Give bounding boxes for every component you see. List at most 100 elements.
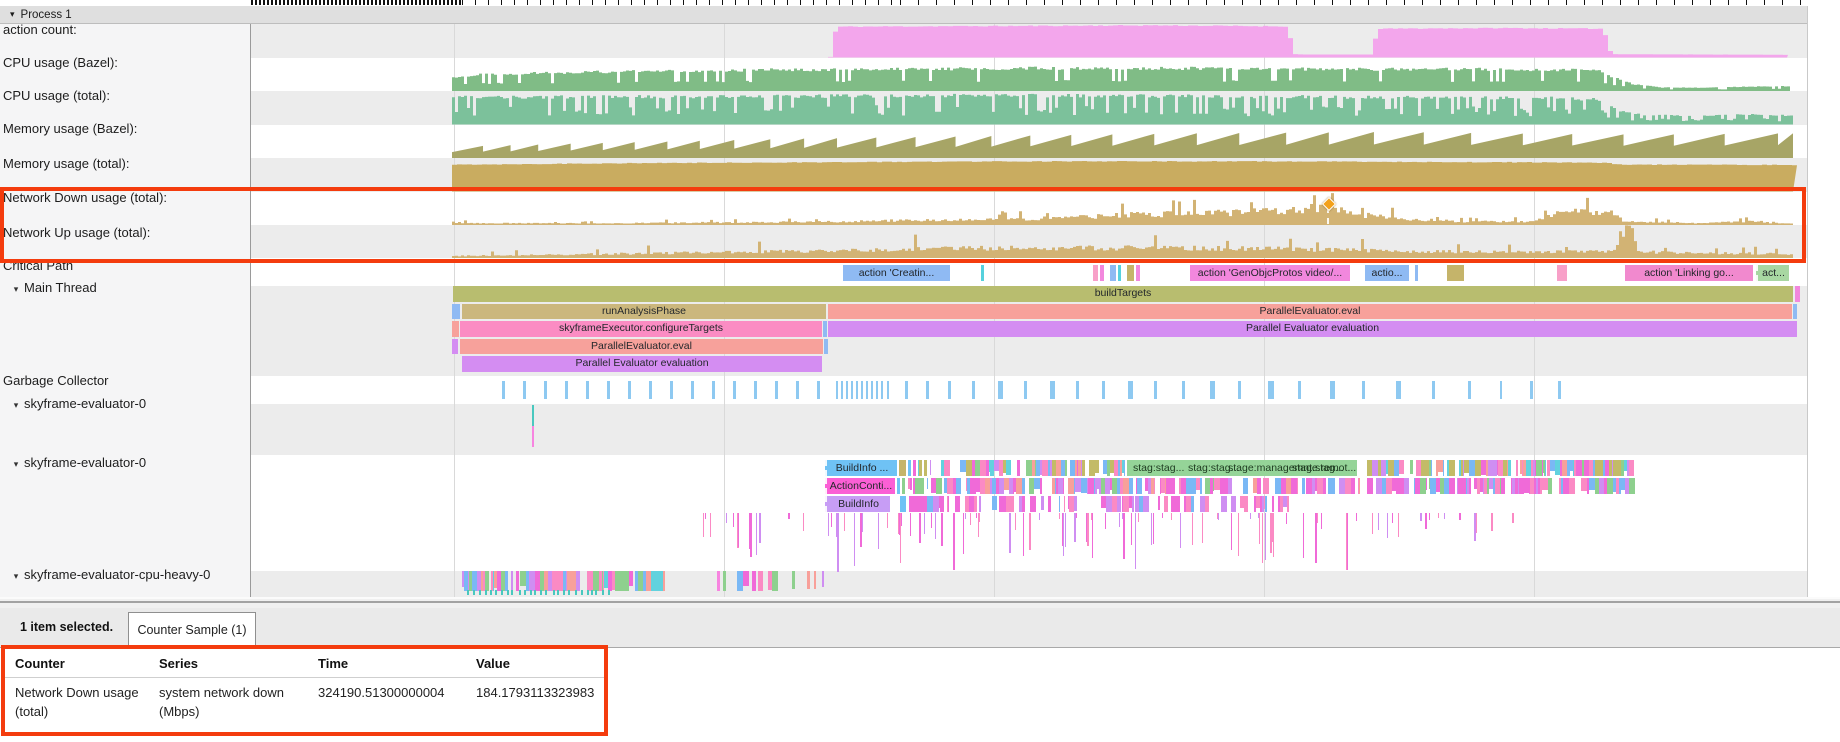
dense-slice[interactable] — [924, 460, 927, 476]
counter-chart-cpu-usage-bazel[interactable] — [452, 67, 1790, 91]
gc-event-tick[interactable] — [887, 381, 889, 399]
dense-slice[interactable] — [516, 571, 519, 591]
slice-act-[interactable]: act... — [1756, 265, 1789, 281]
dense-slice[interactable] — [1129, 478, 1133, 494]
slice-parallelevaluator-eval[interactable]: ParallelEvaluator.eval — [460, 339, 823, 355]
slice[interactable] — [1110, 265, 1116, 281]
slice-buildinfo[interactable]: BuildInfo — [825, 496, 890, 512]
slice[interactable] — [908, 460, 911, 476]
slice-tick[interactable] — [717, 571, 720, 591]
slice-parallelevaluator-eval[interactable]: ParallelEvaluator.eval — [828, 304, 1792, 320]
gc-event-tick[interactable] — [1182, 381, 1185, 399]
slice[interactable] — [1795, 286, 1800, 302]
slice[interactable] — [452, 321, 459, 337]
dense-slice[interactable] — [663, 571, 665, 591]
dense-slice[interactable] — [752, 571, 756, 591]
gc-event-tick[interactable] — [607, 381, 610, 399]
dense-slice[interactable] — [1351, 478, 1355, 494]
dense-slice[interactable] — [1501, 478, 1505, 494]
dense-slice[interactable] — [910, 478, 912, 490]
dense-slice[interactable] — [948, 496, 949, 512]
dense-slice[interactable] — [1243, 478, 1248, 494]
gc-event-tick[interactable] — [754, 381, 757, 399]
dense-slice[interactable] — [1323, 478, 1326, 494]
panel-resize-handle[interactable] — [0, 597, 1840, 608]
dense-slice[interactable] — [1074, 496, 1077, 511]
dense-slice[interactable] — [1117, 496, 1121, 512]
dense-slice[interactable] — [1545, 460, 1546, 476]
sidebar-item-garbage-collector[interactable]: Garbage Collector — [0, 373, 249, 388]
dense-slice[interactable] — [1404, 478, 1409, 494]
gc-event-tick[interactable] — [905, 381, 908, 399]
slice-tick[interactable] — [723, 571, 726, 591]
sub-tick[interactable] — [534, 590, 536, 595]
gc-event-tick[interactable] — [846, 381, 848, 399]
sidebar-item-main-thread[interactable]: ▾Main Thread — [0, 280, 246, 295]
slice-parallel-evaluator-evaluatio[interactable]: Parallel Evaluator evaluation — [462, 356, 822, 372]
dense-slice[interactable] — [1629, 478, 1635, 494]
gc-event-tick[interactable] — [1396, 381, 1401, 399]
sub-tick[interactable] — [467, 590, 469, 595]
dense-slice[interactable] — [992, 496, 997, 510]
gc-event-tick[interactable] — [856, 381, 858, 399]
gc-event-tick[interactable] — [1154, 381, 1157, 399]
slice[interactable] — [1118, 265, 1121, 281]
gc-event-tick[interactable] — [876, 381, 878, 399]
sub-tick[interactable] — [568, 590, 570, 595]
slice[interactable] — [1127, 265, 1134, 281]
gc-event-tick[interactable] — [881, 381, 883, 399]
gc-event-tick[interactable] — [691, 381, 694, 399]
dense-slice[interactable] — [918, 478, 924, 494]
sub-tick[interactable] — [501, 590, 503, 595]
slice-buildinfo-[interactable]: BuildInfo ... — [825, 460, 897, 476]
gc-event-tick[interactable] — [851, 381, 853, 399]
counter-chart-memory-usage-bazel[interactable] — [452, 132, 1793, 158]
sub-tick[interactable] — [545, 590, 547, 595]
gc-event-tick[interactable] — [1102, 381, 1105, 399]
gc-event-tick[interactable] — [926, 381, 929, 399]
gc-event-tick[interactable] — [1330, 381, 1335, 399]
slice-buildtargets[interactable]: buildTargets — [453, 286, 1793, 302]
dense-slice[interactable] — [1449, 460, 1455, 476]
dense-slice[interactable] — [772, 571, 778, 591]
slice-tick[interactable] — [814, 571, 816, 589]
timeline-canvas[interactable]: action 'Creatin...action 'GenObjcProtos … — [0, 0, 1840, 597]
dense-slice[interactable] — [940, 496, 944, 512]
dense-slice[interactable] — [1158, 496, 1160, 510]
dense-slice[interactable] — [1164, 496, 1168, 512]
dense-slice[interactable] — [955, 496, 960, 512]
dense-slice[interactable] — [629, 571, 633, 586]
dense-slice[interactable] — [576, 571, 580, 591]
dense-slice[interactable] — [1263, 478, 1269, 494]
dense-slice[interactable] — [743, 571, 749, 586]
gc-event-tick[interactable] — [523, 381, 526, 399]
sub-tick[interactable] — [602, 590, 604, 595]
sub-tick[interactable] — [479, 590, 481, 595]
dense-slice[interactable] — [1041, 496, 1044, 510]
sub-tick[interactable] — [557, 590, 559, 595]
sub-tick[interactable] — [575, 590, 577, 595]
dense-slice[interactable] — [1137, 478, 1142, 494]
dense-slice[interactable] — [1272, 496, 1274, 512]
dense-slice[interactable] — [1399, 460, 1404, 474]
dense-slice[interactable] — [758, 571, 763, 591]
slice-actio-[interactable]: actio... — [1365, 265, 1409, 281]
slice[interactable] — [824, 339, 828, 355]
slice-action-creatin-[interactable]: action 'Creatin... — [843, 265, 950, 281]
dense-slice[interactable] — [1221, 496, 1227, 512]
gc-event-tick[interactable] — [733, 381, 736, 399]
sidebar-item-skyframe-evaluator-0[interactable]: ▾skyframe-evaluator-0 — [0, 455, 246, 470]
dense-slice[interactable] — [1176, 496, 1180, 512]
gc-event-tick[interactable] — [1050, 381, 1055, 399]
dense-slice[interactable] — [1017, 460, 1020, 476]
dense-slice[interactable] — [1426, 478, 1427, 490]
dense-slice[interactable] — [1228, 478, 1232, 494]
slice[interactable] — [1793, 304, 1797, 320]
dense-slice[interactable] — [1172, 478, 1175, 494]
dense-slice[interactable] — [1143, 496, 1149, 512]
sidebar-item-skyframe-evaluator-0[interactable]: ▾skyframe-evaluator-0 — [0, 396, 246, 411]
dense-slice[interactable] — [1287, 496, 1289, 512]
gc-event-tick[interactable] — [841, 381, 843, 399]
dense-slice[interactable] — [1205, 496, 1209, 512]
dense-slice[interactable] — [1265, 496, 1267, 512]
